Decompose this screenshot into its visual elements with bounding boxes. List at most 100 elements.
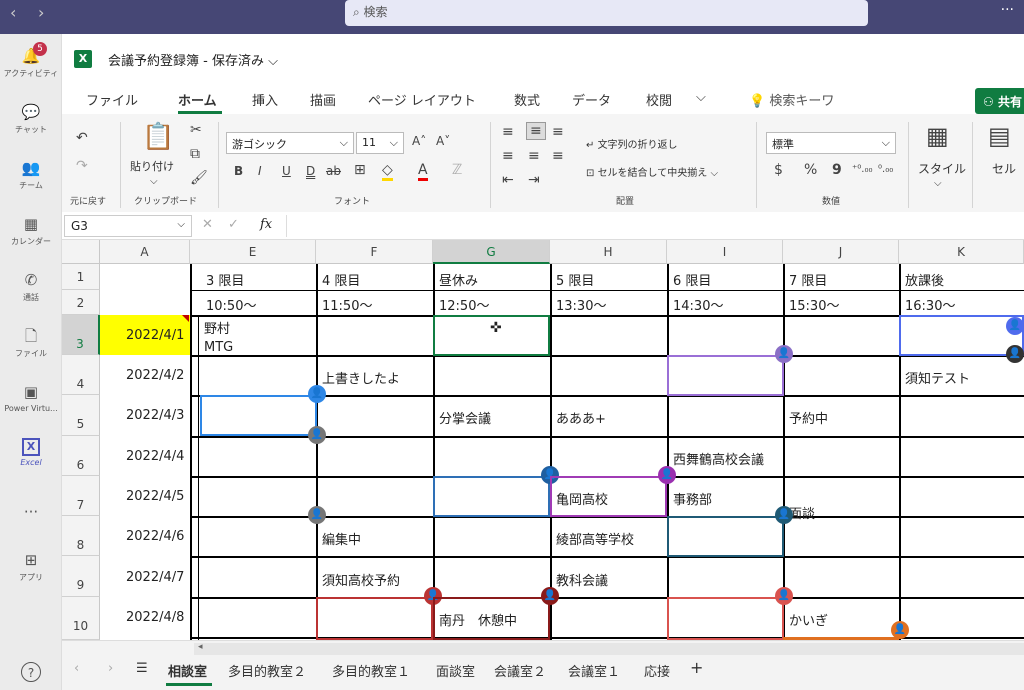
cut-icon[interactable]: ✂ — [190, 122, 202, 138]
bold-button[interactable]: B — [234, 164, 243, 178]
rail-item-power-virtual-agents[interactable]: ▣ Power Virtu... — [0, 382, 62, 413]
strikethrough-button[interactable]: ab — [326, 164, 341, 178]
grow-font-button[interactable]: A˄ — [412, 134, 426, 148]
row-header-1[interactable]: 1 — [62, 264, 100, 290]
cell-time[interactable]: 13:30～ — [552, 293, 610, 316]
collaborator-avatar[interactable]: 👤 — [891, 621, 909, 639]
double-underline-button[interactable]: D — [306, 164, 315, 178]
cell-time[interactable]: 16:30～ — [901, 293, 959, 316]
decrease-decimal-button[interactable]: ⁰.₀₀ — [878, 164, 893, 175]
copy-icon[interactable]: ⧉ — [190, 146, 200, 162]
font-color-icon[interactable]: A — [418, 162, 428, 181]
tab-file[interactable]: ファイル — [86, 90, 138, 109]
collaborator-avatar[interactable]: 👤 — [775, 587, 793, 605]
italic-button[interactable]: I — [258, 164, 262, 178]
column-header-g[interactable]: G — [433, 240, 550, 264]
select-all-corner[interactable] — [62, 240, 100, 264]
sheet-tab[interactable]: 会議室１ — [568, 661, 620, 680]
redo-icon[interactable]: ↷ — [76, 158, 88, 174]
cell-date[interactable]: 2022/4/1 — [122, 326, 188, 345]
cell-period[interactable]: 4 限目 — [318, 268, 364, 291]
rail-item-more-apps[interactable]: ··· — [0, 502, 62, 524]
align-bottom-icon[interactable]: ≡ — [552, 124, 564, 140]
sheet-list-menu-icon[interactable]: ☰ — [136, 661, 148, 676]
comma-style-button[interactable]: 9 — [832, 162, 842, 178]
align-center-icon[interactable]: ≡ — [528, 148, 540, 164]
prev-sheet-icon[interactable]: ‹ — [74, 661, 79, 676]
horizontal-scrollbar[interactable] — [194, 643, 1024, 655]
sheet-tab[interactable]: 多目的教室２ — [228, 661, 306, 680]
cell-date[interactable]: 2022/4/6 — [122, 527, 188, 546]
cell-entry[interactable]: MTG — [200, 338, 237, 357]
collaborator-avatar[interactable]: 👤 — [775, 506, 793, 524]
rail-item-help[interactable]: ? — [0, 662, 62, 684]
merge-center-button[interactable]: ⊡ セルを結合して中央揃え ⌵ — [586, 164, 718, 179]
tab-review[interactable]: 校閲 — [646, 90, 672, 109]
sheet-tab[interactable]: 応接 — [644, 661, 670, 680]
tab-home[interactable]: ホーム — [178, 90, 217, 109]
more-tabs-chevron-icon[interactable]: ⌵ — [696, 90, 706, 105]
styles-icon[interactable]: ▦ — [926, 122, 949, 150]
next-sheet-icon[interactable]: › — [108, 661, 113, 676]
cell-entry[interactable]: 野村 — [200, 316, 234, 339]
collaborator-avatar[interactable]: 👤 — [308, 385, 326, 403]
cells-button[interactable]: セル — [992, 160, 1016, 177]
column-header-f[interactable]: F — [316, 240, 433, 264]
percent-button[interactable]: % — [804, 162, 817, 178]
cell-entry[interactable]: 上書きしたよ — [318, 366, 404, 389]
paste-options-chevron-icon[interactable]: ⌵ — [150, 176, 158, 187]
chevron-down-icon[interactable]: ⌵ — [934, 178, 942, 189]
column-header-e[interactable]: E — [190, 240, 316, 264]
cell-entry[interactable]: 分掌会議 — [435, 406, 495, 429]
cancel-icon[interactable]: ✕ — [202, 217, 213, 232]
document-title[interactable]: 会議予約登録簿 - 保存済み ⌵ — [108, 50, 278, 69]
font-size-select[interactable]: 11 ⌵ — [356, 132, 404, 154]
collaborator-avatar[interactable]: 👤 — [1006, 345, 1024, 363]
cell-entry[interactable]: 綾部高等学校 — [552, 527, 638, 550]
cell-entry[interactable]: 西舞鶴高校会議 — [669, 447, 768, 470]
cell-date[interactable]: 2022/4/3 — [122, 406, 188, 425]
tab-insert[interactable]: 挿入 — [252, 90, 278, 109]
enter-icon[interactable]: ✓ — [228, 217, 239, 232]
rail-item-activity[interactable]: 🔔 5 アクティビティ — [0, 42, 62, 79]
cell-period[interactable]: 5 限目 — [552, 268, 598, 291]
row-header-3[interactable]: 3 — [62, 315, 100, 355]
name-box[interactable]: G3 ⌵ — [64, 215, 192, 237]
tab-page-layout[interactable]: ページ レイアウト — [368, 90, 476, 109]
row-header-2[interactable]: 2 — [62, 290, 100, 315]
styles-button[interactable]: スタイル — [918, 160, 966, 177]
column-header-a[interactable]: A — [100, 240, 190, 264]
increase-indent-icon[interactable]: ⇥ — [528, 172, 540, 188]
wrap-text-button[interactable]: ↵ 文字列の折り返し — [586, 136, 678, 151]
borders-icon[interactable]: ⊞ — [354, 162, 366, 178]
cell-entry[interactable]: 須知高校予約 — [318, 568, 404, 591]
cell-entry[interactable]: 須知テスト — [901, 366, 974, 389]
collaborator-avatar[interactable]: 👤 — [541, 587, 559, 605]
cell-time[interactable]: 10:50～ — [202, 293, 260, 316]
cell-entry[interactable]: 編集中 — [318, 527, 365, 550]
decrease-indent-icon[interactable]: ⇤ — [502, 172, 514, 188]
cell-entry[interactable]: あああ+ — [552, 406, 610, 429]
formula-input[interactable] — [286, 215, 1020, 237]
row-header-9[interactable]: 9 — [62, 556, 100, 597]
tab-data[interactable]: データ — [572, 90, 611, 109]
column-header-h[interactable]: H — [550, 240, 667, 264]
fill-color-icon[interactable]: ◇ — [382, 162, 393, 181]
column-header-k[interactable]: K — [899, 240, 1024, 264]
add-sheet-button[interactable]: + — [690, 658, 703, 677]
share-button[interactable]: ⚇ 共有 — [975, 88, 1024, 114]
more-options-icon[interactable]: ··· — [1001, 2, 1014, 18]
function-icon[interactable]: fx — [260, 217, 272, 232]
collaborator-avatar[interactable]: 👤 — [775, 345, 793, 363]
collaborator-avatar[interactable]: 👤 — [658, 466, 676, 484]
sheet-tab[interactable]: 相談室 — [168, 661, 207, 680]
shrink-font-button[interactable]: A˅ — [436, 134, 450, 148]
sheet-tab[interactable]: 面談室 — [436, 661, 475, 680]
cell-time[interactable]: 15:30～ — [785, 293, 843, 316]
rail-item-files[interactable]: 🗋 ファイル — [0, 326, 62, 359]
sheet-tab[interactable]: 会議室２ — [494, 661, 546, 680]
sheet-tab[interactable]: 多目的教室１ — [332, 661, 410, 680]
rail-item-calls[interactable]: ✆ 通話 — [0, 270, 62, 303]
row-header-6[interactable]: 6 — [62, 436, 100, 476]
paste-button[interactable]: 貼り付け — [130, 158, 174, 174]
